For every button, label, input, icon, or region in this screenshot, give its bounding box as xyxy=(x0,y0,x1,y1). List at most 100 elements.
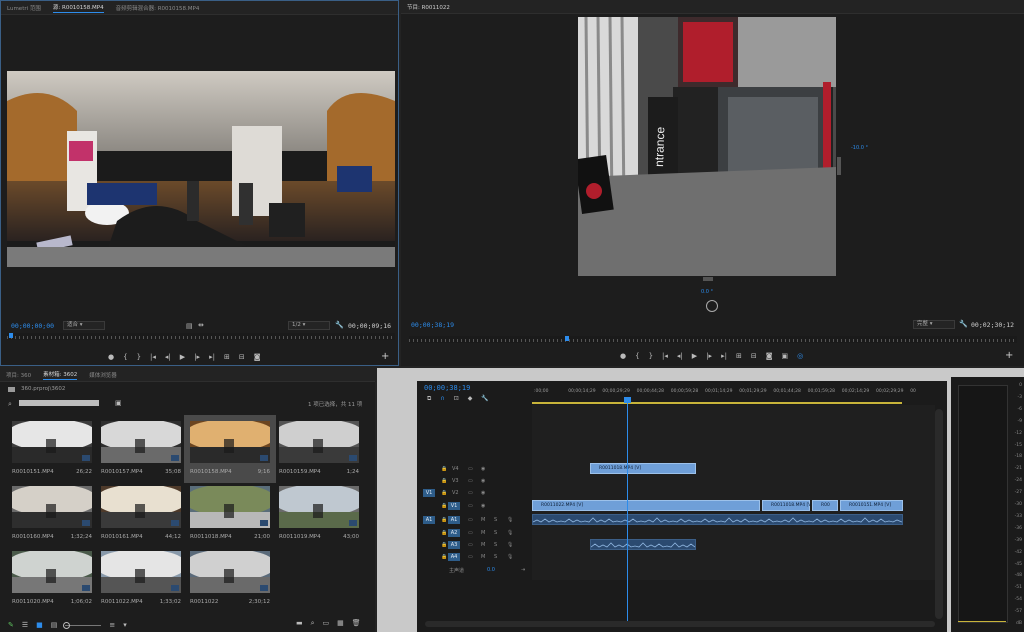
bin-item[interactable]: R0010159.MP4 1;24 xyxy=(279,421,359,477)
sync-icon[interactable]: ▭ xyxy=(468,466,473,472)
mute-button[interactable]: M xyxy=(481,530,485,536)
solo-button[interactable]: S xyxy=(494,517,497,523)
track-target-v1[interactable]: V1 xyxy=(448,502,460,510)
timeline-timecode[interactable]: 00;00;38;19 xyxy=(424,384,470,392)
sync-icon[interactable]: ▭ xyxy=(468,554,473,560)
clip-v1-r0011018[interactable]: R0011018.MP4 [V] xyxy=(762,500,813,511)
step-back-icon[interactable]: ◂| xyxy=(165,354,171,361)
sync-icon[interactable]: ▭ xyxy=(468,517,473,523)
program-play-button[interactable]: ▶ xyxy=(692,353,697,360)
program-add-button-icon[interactable]: + xyxy=(1005,350,1013,361)
source-timecode[interactable]: 00;00;00;00 xyxy=(11,322,54,330)
new-item-icon[interactable]: ▦ xyxy=(337,619,344,628)
bin-item[interactable]: R0010161.MP4 44;12 xyxy=(101,486,181,542)
program-go-to-in-icon[interactable]: |◂ xyxy=(662,353,668,360)
vr-video-icon[interactable]: ◎ xyxy=(797,353,803,360)
timeline-vertical-scrollbar[interactable] xyxy=(935,409,943,619)
eye-icon[interactable]: ◉ xyxy=(481,503,485,509)
export-frame-icon[interactable]: ◙ xyxy=(254,354,261,361)
new-folder-icon[interactable]: ▭ xyxy=(323,619,330,628)
clip-v1-r0010151[interactable]: R0010151.MP4 [V] xyxy=(840,500,903,511)
bin-item[interactable]: R0011020.MP4 1;06;02 xyxy=(12,551,92,607)
mic-icon[interactable]: 🎙 xyxy=(507,554,513,560)
master-volume[interactable]: 0.0 xyxy=(487,567,495,573)
bin-item[interactable]: R0010160.MP4 1;32;24 xyxy=(12,486,92,542)
lock-icon[interactable]: 🔒 xyxy=(441,466,447,472)
mark-out-icon[interactable]: } xyxy=(137,354,141,361)
eye-icon[interactable]: ◉ xyxy=(481,490,485,496)
track-target-a4[interactable]: A4 xyxy=(448,553,460,561)
sort-dropdown-icon[interactable]: ▾ xyxy=(123,621,127,629)
timeline-settings-icon[interactable]: 🔧 xyxy=(481,395,488,403)
source-settings-icon[interactable]: ▤ xyxy=(186,322,193,330)
source-scrubber[interactable] xyxy=(7,333,395,340)
lock-icon[interactable]: 🔒 xyxy=(441,490,447,496)
program-mark-out-icon[interactable]: } xyxy=(649,353,653,360)
bin-item[interactable]: R0011022 2;30;12 xyxy=(190,551,270,607)
program-export-frame-icon[interactable]: ◙ xyxy=(766,353,773,360)
timeline-playhead-line[interactable] xyxy=(627,399,628,627)
linked-selection-icon[interactable]: ⊡ xyxy=(454,395,459,403)
lock-icon[interactable]: 🔒 xyxy=(441,478,447,484)
clip-v1-r00[interactable]: R00 xyxy=(812,500,838,511)
insert-icon[interactable]: ⊞ xyxy=(224,354,230,361)
sync-icon[interactable]: ▭ xyxy=(468,503,473,509)
program-go-to-out-icon[interactable]: ▸| xyxy=(721,353,727,360)
tab-bin[interactable]: 素材箱: 3602 xyxy=(43,370,78,380)
clip-v1-r0011022[interactable]: R0011022.MP4 [V] xyxy=(532,500,760,511)
clip-a1-audio[interactable] xyxy=(532,514,903,525)
program-playhead[interactable] xyxy=(565,336,569,341)
sync-icon[interactable]: ▭ xyxy=(468,478,473,484)
sync-icon[interactable]: ▭ xyxy=(468,542,473,548)
go-to-in-icon[interactable]: |◂ xyxy=(150,354,156,361)
play-button[interactable]: ▶ xyxy=(180,354,185,361)
eye-icon[interactable]: ◉ xyxy=(481,478,485,484)
step-forward-icon[interactable]: |▸ xyxy=(194,354,200,361)
source-patch-a1[interactable]: A1 xyxy=(423,516,435,524)
lift-icon[interactable]: ⊞ xyxy=(736,353,742,360)
tab-program[interactable]: 节目: R0011022 xyxy=(407,3,450,11)
work-area-bar[interactable] xyxy=(532,402,902,404)
lock-icon[interactable]: 🔒 xyxy=(441,542,447,548)
source-playhead[interactable] xyxy=(9,333,13,338)
track-target-a2[interactable]: A2 xyxy=(448,529,460,537)
sort-icon[interactable]: ≡ xyxy=(109,621,115,629)
source-fit-dropdown[interactable]: 适合 ▾ xyxy=(63,321,105,330)
source-add-button-icon[interactable]: + xyxy=(381,351,389,362)
program-scrubber[interactable] xyxy=(409,336,1017,343)
solo-button[interactable]: S xyxy=(494,554,497,560)
mute-button[interactable]: M xyxy=(481,517,485,523)
overwrite-icon[interactable]: ⊟ xyxy=(239,354,245,361)
add-marker-icon[interactable]: ● xyxy=(108,354,114,361)
find-icon[interactable]: ⌕ xyxy=(311,619,315,628)
new-bin-icon[interactable]: ▣ xyxy=(115,399,122,407)
solo-button[interactable]: S xyxy=(494,542,497,548)
go-to-out-icon[interactable]: ▸| xyxy=(209,354,215,361)
extract-icon[interactable]: ⊟ xyxy=(751,353,757,360)
zoom-slider[interactable] xyxy=(63,621,102,629)
tab-project[interactable]: 项目: 360 xyxy=(6,371,31,379)
mute-button[interactable]: M xyxy=(481,542,485,548)
clip-a4-audio[interactable] xyxy=(590,539,696,550)
freeform-view-icon[interactable]: ▤ xyxy=(51,621,58,629)
tab-audio-clip-mixer[interactable]: 音频剪辑混合器: R0010158.MP4 xyxy=(116,4,200,12)
mute-button[interactable]: M xyxy=(481,554,485,560)
sync-icon[interactable]: ▭ xyxy=(468,530,473,536)
mic-icon[interactable]: 🎙 xyxy=(507,530,513,536)
zoom-slider-handle[interactable] xyxy=(63,621,71,629)
source-resolution-dropdown[interactable]: 1/2 ▾ xyxy=(288,321,330,330)
compare-icon[interactable]: ▣ xyxy=(781,353,788,360)
program-mark-in-icon[interactable]: { xyxy=(635,353,639,360)
program-power-icon[interactable] xyxy=(706,300,718,312)
tab-lumetri-scopes[interactable]: Lumetri 范围 xyxy=(7,4,41,12)
bin-item[interactable]: R0011022.MP4 1;33;02 xyxy=(101,551,181,607)
timeline-ruler[interactable]: :00;00 00;00;14;29 00;00;29;29 00;00;44;28 0… xyxy=(532,389,942,401)
lock-icon[interactable]: 🔒 xyxy=(441,554,447,560)
go-to-end-icon[interactable]: ⇥ xyxy=(521,567,525,573)
program-horizontal-slider[interactable] xyxy=(703,277,713,281)
mic-icon[interactable]: 🎙 xyxy=(507,542,513,548)
sync-icon[interactable]: ▭ xyxy=(468,490,473,496)
clip-v4-r0011018[interactable]: R0011018.MP4 [V] xyxy=(590,463,696,474)
program-step-back-icon[interactable]: ◂| xyxy=(677,353,683,360)
bin-item[interactable]: R0010151.MP4 26;22 xyxy=(12,421,92,477)
